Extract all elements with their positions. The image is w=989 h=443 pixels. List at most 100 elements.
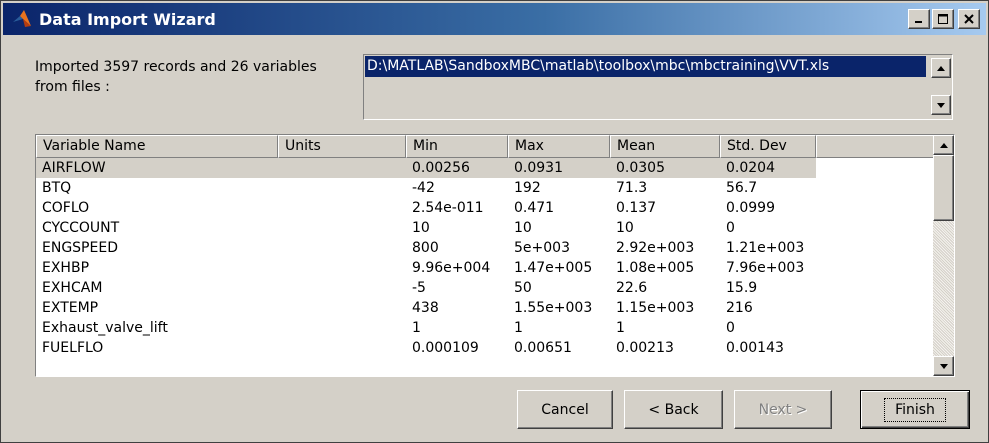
cell-mean: 1.08e+005 — [616, 260, 695, 276]
cell-std-dev: 0 — [726, 220, 735, 236]
table-scroll-down-button[interactable] — [933, 356, 954, 376]
next-button[interactable]: Next > — [734, 390, 832, 429]
cell-min: 0.000109 — [412, 340, 479, 356]
table-row[interactable]: EXHBP 9.96e+004 1.47e+005 1.08e+005 7.96e+00… — [36, 258, 933, 278]
cell-max: 1.55e+003 — [514, 300, 593, 316]
cell-max: 1 — [514, 320, 523, 336]
cell-mean: 2.92e+003 — [616, 240, 695, 256]
cell-max: 0.0931 — [508, 158, 610, 178]
cell-variable-name: ENGSPEED — [42, 240, 118, 256]
row-filler — [816, 218, 933, 238]
table-scrollbar[interactable] — [933, 135, 954, 376]
cell-std-dev: 15.9 — [726, 280, 758, 296]
cell-units — [278, 258, 406, 278]
minimize-icon — [915, 21, 922, 23]
minimize-button[interactable] — [908, 9, 930, 29]
cell-max: 0.00651 — [514, 340, 572, 356]
cell-min: 2.54e-011 — [412, 200, 484, 216]
row-filler — [816, 198, 933, 218]
cell-std-dev: 56.7 — [726, 180, 758, 196]
table-row[interactable]: BTQ -42 192 71.3 56.7 — [36, 178, 933, 198]
title-bar[interactable]: Data Import Wizard — [3, 3, 986, 35]
table-body: AIRFLOW 0.00256 0.0931 0.0305 0.0204 BTQ -42 19… — [36, 158, 933, 358]
column-header-mean[interactable]: Mean — [610, 135, 720, 158]
finish-button-label: Finish — [884, 397, 946, 422]
table-row[interactable]: Exhaust_valve_lift 1 1 1 0 — [36, 318, 933, 338]
table-row[interactable]: AIRFLOW 0.00256 0.0931 0.0305 0.0204 — [36, 158, 933, 178]
cell-units — [278, 238, 406, 258]
cell-std-dev: 1.21e+003 — [726, 240, 805, 256]
cell-variable-name: EXTEMP — [42, 300, 99, 316]
data-import-wizard-window: Data Import Wizard Imported 3597 records… — [0, 0, 989, 443]
column-header-std-dev[interactable]: Std. Dev — [720, 135, 816, 158]
table-scroll-up-button[interactable] — [933, 135, 954, 155]
files-scrollbar[interactable] — [930, 55, 952, 119]
cell-max: 192 — [514, 180, 541, 196]
window-title: Data Import Wizard — [39, 9, 216, 29]
cell-mean: 1.15e+003 — [616, 300, 695, 316]
matlab-icon — [13, 10, 31, 27]
column-header-min[interactable]: Min — [406, 135, 508, 158]
cell-max: 1.47e+005 — [514, 260, 593, 276]
table-row[interactable]: COFLO 2.54e-011 0.471 0.137 0.0999 — [36, 198, 933, 218]
table-row[interactable]: FUELFLO 0.000109 0.00651 0.00213 0.00143 — [36, 338, 933, 358]
arrow-up-icon — [937, 65, 945, 71]
files-listbox[interactable]: D:\MATLAB\SandboxMBC\matlab\toolbox\mbc\… — [363, 54, 953, 120]
table-scroll-thumb[interactable] — [933, 155, 954, 221]
row-filler — [816, 238, 933, 258]
cell-variable-name: CYCCOUNT — [42, 220, 120, 236]
cell-units — [278, 338, 406, 358]
row-filler — [816, 258, 933, 278]
cell-std-dev: 0.00143 — [726, 340, 784, 356]
table-row[interactable]: ENGSPEED 800 5e+003 2.92e+003 1.21e+003 — [36, 238, 933, 258]
cell-mean: 10 — [616, 220, 634, 236]
cell-min: 1 — [412, 320, 421, 336]
column-header-variable-name[interactable]: Variable Name — [36, 135, 278, 158]
back-button[interactable]: < Back — [624, 390, 723, 429]
cell-mean: 1 — [616, 320, 625, 336]
cell-variable-name: BTQ — [42, 180, 72, 196]
cell-std-dev: 0.0999 — [726, 200, 775, 216]
cell-units — [278, 158, 406, 178]
cell-min: 800 — [412, 240, 439, 256]
cell-std-dev: 0.0204 — [720, 158, 816, 178]
table-row[interactable]: EXHCAM -5 50 22.6 15.9 — [36, 278, 933, 298]
window-controls — [908, 9, 980, 29]
import-summary: Imported 3597 records and 26 variables f… — [35, 57, 355, 97]
cell-units — [278, 298, 406, 318]
cell-variable-name: COFLO — [42, 200, 90, 216]
files-scroll-up-button[interactable] — [931, 58, 951, 78]
column-header-units[interactable]: Units — [278, 135, 406, 158]
arrow-down-icon — [937, 102, 945, 108]
table-row[interactable]: EXTEMP 438 1.55e+003 1.15e+003 216 — [36, 298, 933, 318]
arrow-down-icon — [939, 363, 948, 369]
finish-button[interactable]: Finish — [860, 390, 970, 429]
maximize-button[interactable] — [932, 9, 954, 29]
close-button[interactable] — [958, 9, 980, 29]
arrow-up-icon — [939, 142, 948, 148]
cell-max: 10 — [514, 220, 532, 236]
cell-variable-name: Exhaust_valve_lift — [42, 320, 168, 336]
cell-units — [278, 318, 406, 338]
cell-min: 0.00256 — [406, 158, 508, 178]
cancel-button[interactable]: Cancel — [517, 390, 613, 429]
cell-min: 10 — [412, 220, 430, 236]
variables-table[interactable]: Variable Name Units Min Max Mean Std. De… — [35, 134, 955, 377]
cell-mean: 0.00213 — [616, 340, 674, 356]
cell-min: -5 — [412, 280, 426, 296]
row-filler — [816, 338, 933, 358]
maximize-icon — [938, 14, 948, 24]
cell-std-dev: 0 — [726, 320, 735, 336]
summary-line-2: from files : — [35, 79, 110, 95]
file-list-item[interactable]: D:\MATLAB\SandboxMBC\matlab\toolbox\mbc\… — [365, 56, 926, 77]
cell-variable-name: EXHCAM — [42, 280, 103, 296]
cell-units — [278, 198, 406, 218]
close-icon — [964, 14, 974, 24]
cell-mean: 71.3 — [616, 180, 648, 196]
row-filler — [816, 278, 933, 298]
files-scroll-down-button[interactable] — [931, 95, 951, 115]
column-header-max[interactable]: Max — [508, 135, 610, 158]
table-row[interactable]: CYCCOUNT 10 10 10 0 — [36, 218, 933, 238]
cell-std-dev: 7.96e+003 — [726, 260, 805, 276]
cell-mean: 22.6 — [616, 280, 648, 296]
